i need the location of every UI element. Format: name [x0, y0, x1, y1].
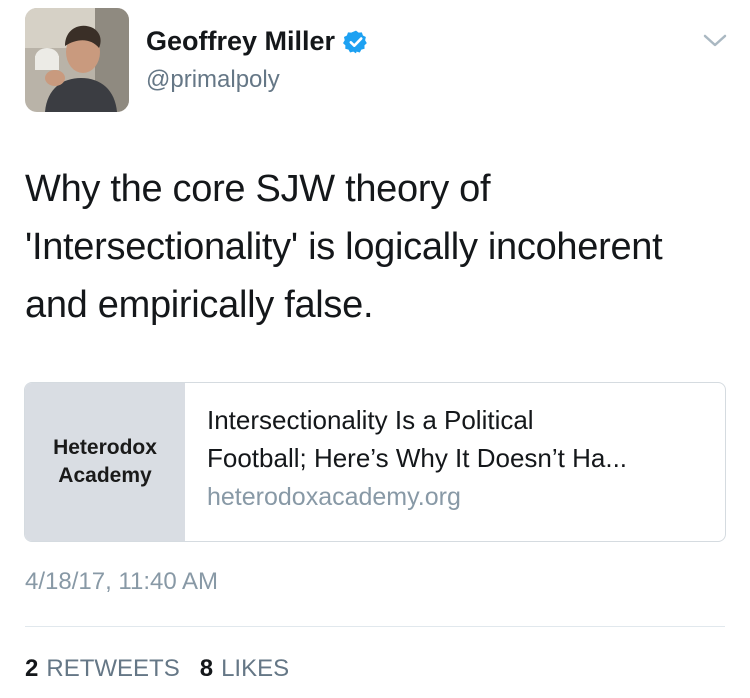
card-body: Intersectionality Is a Political Footbal… [185, 383, 627, 541]
likes-label: LIKES [221, 655, 290, 682]
retweets-count: 2 [25, 655, 39, 682]
retweets-label: RETWEETS [46, 655, 180, 682]
tweet-text: Why the core SJW theory of 'Intersection… [25, 160, 725, 334]
user-handle[interactable]: @primalpoly [146, 66, 280, 94]
tweet-text-line: Why the core SJW theory of [25, 168, 491, 210]
avatar-photo [25, 8, 129, 112]
card-domain: heterodoxacademy.org [207, 483, 461, 511]
card-title[interactable]: Intersectionality Is a Political Footbal… [207, 401, 627, 477]
name-row: Geoffrey Miller [146, 26, 369, 57]
avatar[interactable] [25, 8, 129, 112]
chevron-down-icon[interactable] [702, 32, 728, 50]
tweet-stats: 2 RETWEETS 8 LIKES [25, 655, 289, 683]
card-title-line: Football; Here’s Why It Doesn’t Ha... [207, 443, 628, 473]
divider [25, 626, 725, 627]
verified-badge-icon [343, 30, 367, 53]
card-thumbnail: Heterodox Academy [25, 383, 185, 541]
display-name[interactable]: Geoffrey Miller [146, 26, 335, 57]
card-thumbnail-logo-text: Heterodox Academy [53, 434, 157, 490]
card-thumbnail-line: Heterodox [53, 436, 157, 459]
link-preview-card[interactable]: Heterodox Academy Intersectionality Is a… [24, 382, 726, 542]
card-thumbnail-line: Academy [58, 464, 152, 487]
tweet-timestamp[interactable]: 4/18/17, 11:40 AM [25, 568, 218, 596]
card-title-line: Intersectionality Is a Political [207, 405, 534, 435]
likes-stat[interactable]: 8 LIKES [200, 655, 289, 683]
tweet-text-line: and empirically false. [25, 284, 374, 326]
retweets-stat[interactable]: 2 RETWEETS [25, 655, 180, 683]
likes-count: 8 [199, 655, 214, 682]
tweet-text-line: 'Intersectionality' is logically incoher… [25, 226, 663, 268]
tweet: Geoffrey Miller @primalpoly Why the core… [0, 0, 750, 698]
